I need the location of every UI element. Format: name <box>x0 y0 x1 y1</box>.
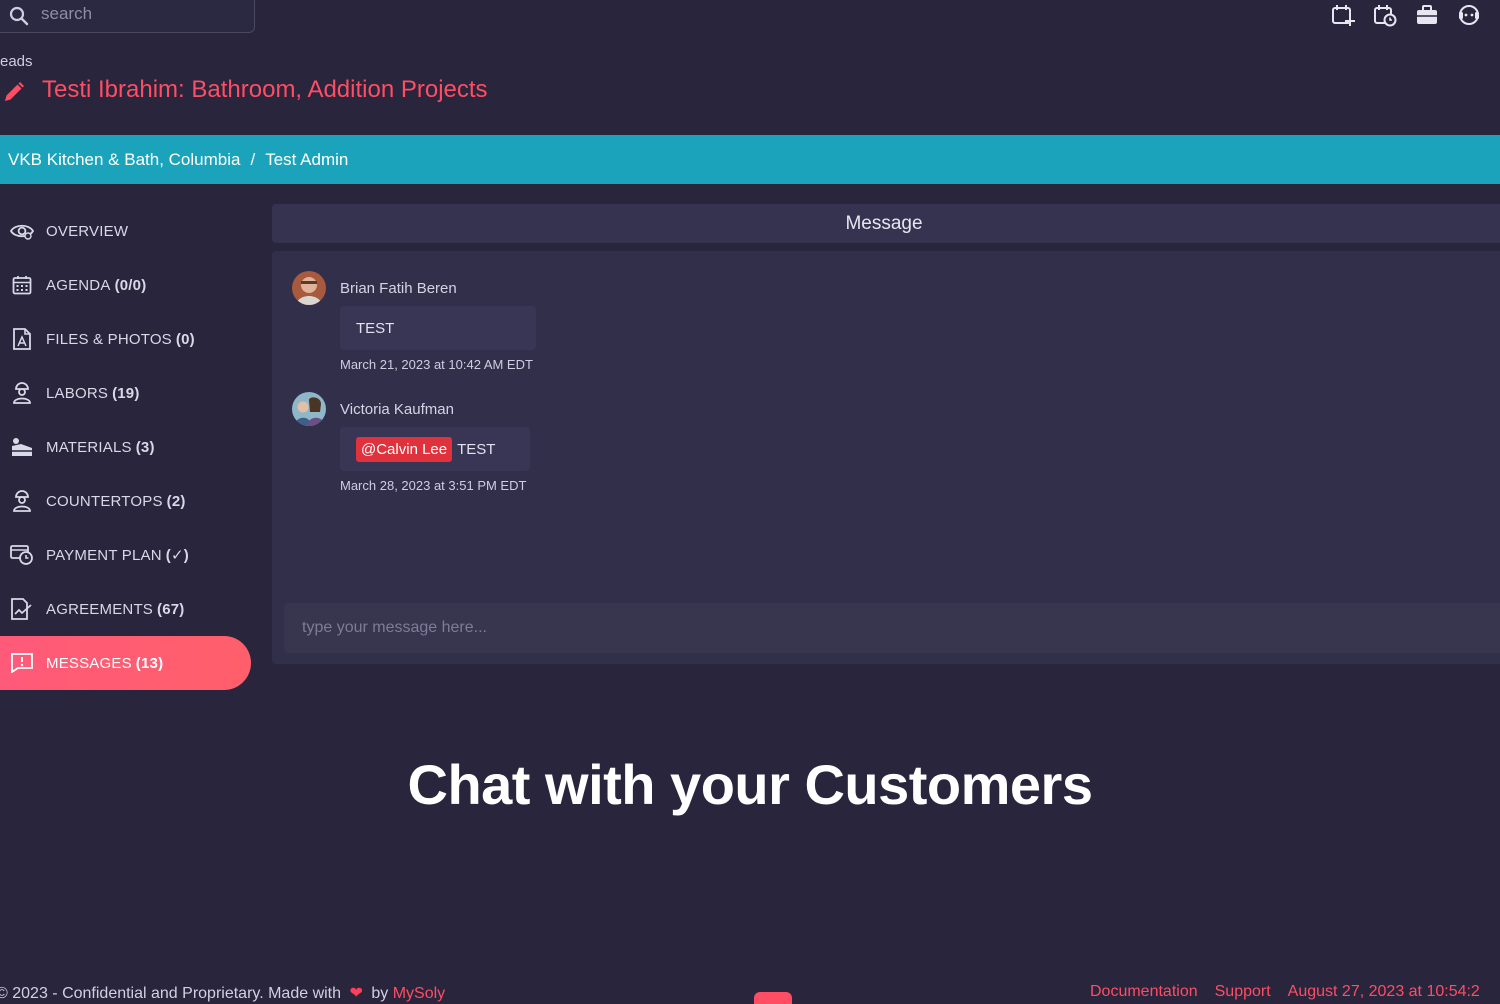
agreement-icon <box>10 597 34 621</box>
search-box[interactable] <box>0 0 255 33</box>
footer-timestamp: August 27, 2023 at 10:54:2 <box>1287 983 1480 1000</box>
file-icon <box>10 327 34 351</box>
breadcrumb-leads[interactable]: eads <box>0 53 33 70</box>
sidebar-item-count: (3) <box>135 438 155 456</box>
footer-brand-link[interactable]: MySoly <box>393 985 445 1002</box>
edit-icon[interactable] <box>2 80 26 104</box>
message-timestamp: March 28, 2023 at 3:51 PM EDT <box>340 478 527 493</box>
sidebar: OVERVIEW AGENDA (0/0) FILES & PHOTOS (0)… <box>0 204 260 690</box>
briefcase-icon[interactable] <box>1414 2 1440 28</box>
sidebar-item-labors[interactable]: LABORS (19) <box>0 366 260 420</box>
breadcrumb-company[interactable]: VKB Kitchen & Bath, Columbia <box>8 150 240 170</box>
message-icon <box>10 651 34 675</box>
sidebar-item-count: (67) <box>157 600 185 618</box>
sidebar-item-materials[interactable]: MATERIALS (3) <box>0 420 260 474</box>
sidebar-item-count: (19) <box>112 384 140 402</box>
message-timestamp: March 21, 2023 at 10:42 AM EDT <box>340 357 533 372</box>
sidebar-item-countertops[interactable]: COUNTERTOPS (2) <box>0 474 260 528</box>
sidebar-item-label: FILES & PHOTOS <box>46 330 172 348</box>
eye-icon <box>10 219 34 243</box>
sidebar-item-label: MESSAGES <box>46 654 132 672</box>
message-author: Brian Fatih Beren <box>340 280 457 297</box>
top-toolbar <box>1330 2 1482 28</box>
sidebar-item-label: AGREEMENTS <box>46 600 154 618</box>
promo-headline: Chat with your Customers <box>407 753 1093 816</box>
breadcrumb-separator: / <box>250 149 256 169</box>
avatar <box>292 392 326 426</box>
mention-tag[interactable]: @Calvin Lee <box>356 436 453 462</box>
page-title: Testi Ibrahim: Bathroom, Addition Projec… <box>42 76 488 103</box>
sidebar-item-label: AGENDA <box>46 276 111 294</box>
footer-copyright: © 2023 - Confidential and Proprietary. M… <box>0 983 445 1003</box>
support-icon[interactable] <box>1456 2 1482 28</box>
sidebar-item-messages[interactable]: MESSAGES (13) <box>0 636 251 690</box>
sidebar-item-count: (0) <box>175 330 195 348</box>
message-bubble: TEST <box>340 306 536 350</box>
copyright-symbol: © <box>0 985 8 1002</box>
calendar-icon <box>10 273 34 297</box>
footer-by: by <box>371 985 389 1002</box>
message-bubble: @Calvin Lee TEST <box>340 427 530 471</box>
materials-icon <box>10 435 34 459</box>
message-text: TEST <box>356 319 395 337</box>
sidebar-item-overview[interactable]: OVERVIEW <box>0 204 260 258</box>
heart-icon: ❤ <box>349 985 363 1002</box>
floating-action-button[interactable] <box>754 992 792 1004</box>
message-text: TEST <box>457 440 496 458</box>
sidebar-item-count: (0/0) <box>114 276 147 294</box>
breadcrumb-user[interactable]: Test Admin <box>265 150 348 170</box>
calendar-add-icon[interactable] <box>1330 2 1356 28</box>
sidebar-item-agenda[interactable]: AGENDA (0/0) <box>0 258 260 312</box>
message-composer[interactable] <box>284 603 1500 653</box>
footer-links: Documentation Support August 27, 2023 at… <box>1090 983 1480 1001</box>
sidebar-item-label: MATERIALS <box>46 438 132 456</box>
footer-link-documentation[interactable]: Documentation <box>1090 983 1198 1001</box>
sidebar-item-files-photos[interactable]: FILES & PHOTOS (0) <box>0 312 260 366</box>
sidebar-item-label: COUNTERTOPS <box>46 492 163 510</box>
avatar <box>292 271 326 305</box>
search-icon <box>9 6 29 25</box>
sidebar-item-agreements[interactable]: AGREEMENTS (67) <box>0 582 260 636</box>
footer-text: 2023 - Confidential and Proprietary. Mad… <box>12 985 342 1002</box>
message-item: Victoria Kaufman @Calvin Lee TEST March … <box>272 381 872 501</box>
sidebar-item-payment-plan[interactable]: PAYMENT PLAN (✓) <box>0 528 260 582</box>
sidebar-item-label: OVERVIEW <box>46 222 129 240</box>
page-title-row: Testi Ibrahim: Bathroom, Addition Projec… <box>0 76 488 104</box>
message-item: Brian Fatih Beren TEST March 21, 2023 at… <box>272 251 872 381</box>
message-input[interactable] <box>300 618 1404 638</box>
message-panel-header: Message <box>272 204 1500 243</box>
sidebar-item-label: LABORS <box>46 384 109 402</box>
sidebar-item-count: (✓) <box>165 547 189 564</box>
sidebar-item-count: (13) <box>135 654 164 672</box>
payment-clock-icon <box>10 543 34 567</box>
calendar-clock-icon[interactable] <box>1372 2 1398 28</box>
worker-icon <box>10 489 34 513</box>
search-input[interactable] <box>39 0 233 25</box>
sidebar-item-label: PAYMENT PLAN <box>46 546 162 564</box>
breadcrumb: VKB Kitchen & Bath, Columbia / Test Admi… <box>0 135 1500 184</box>
sidebar-item-count: (2) <box>166 492 186 510</box>
footer-link-support[interactable]: Support <box>1215 983 1271 1001</box>
message-author: Victoria Kaufman <box>340 401 454 418</box>
worker-icon <box>10 381 34 405</box>
